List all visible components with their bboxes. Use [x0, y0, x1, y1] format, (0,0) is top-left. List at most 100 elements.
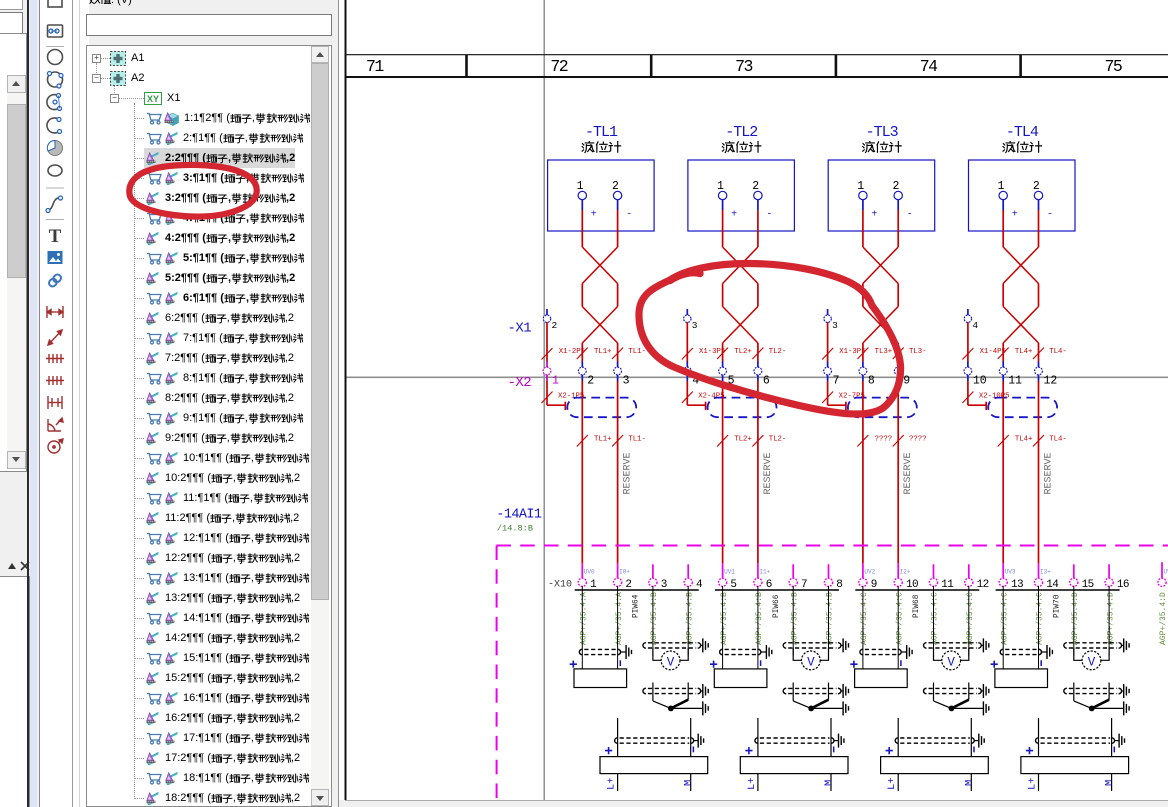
svg-text:4: 4 [692, 375, 699, 388]
svg-text:V: V [947, 656, 955, 670]
svg-text:73: 73 [735, 57, 752, 76]
svg-text:????: ???? [909, 436, 927, 444]
svg-text:11: 11 [1008, 375, 1022, 388]
svg-text:AGP+/35.4:C: AGP+/35.4:C [860, 592, 869, 645]
svg-text:10: 10 [906, 579, 918, 591]
svg-text:3: 3 [661, 579, 667, 591]
svg-text:TL1+: TL1+ [594, 436, 612, 444]
svg-text:AGP+/35.4:B: AGP+/35.4:B [826, 592, 835, 645]
svg-text:X2-7P5: X2-7P5 [839, 393, 865, 401]
svg-text:14: 14 [1046, 579, 1059, 591]
svg-text:I2+: I2+ [900, 569, 911, 576]
svg-text:V: V [667, 656, 675, 670]
svg-text:8: 8 [836, 579, 842, 591]
svg-text:AGP+/35.4:C: AGP+/35.4:C [966, 592, 975, 645]
svg-text:M: M [963, 780, 975, 786]
svg-text:TL1+: TL1+ [594, 348, 612, 356]
svg-text:L+: L+ [1027, 777, 1039, 790]
svg-text:AGP+/35.4:B: AGP+/35.4:B [755, 592, 764, 645]
svg-text:-TL2: -TL2 [725, 124, 757, 141]
svg-text:TL1-: TL1- [628, 436, 646, 444]
svg-text:PIW70: PIW70 [1054, 594, 1062, 618]
svg-text:M: M [823, 780, 835, 786]
svg-text:-14AI1: -14AI1 [496, 508, 542, 523]
svg-text:TL2+: TL2+ [734, 348, 752, 356]
svg-text:12: 12 [977, 579, 989, 591]
svg-text:3: 3 [623, 375, 630, 388]
svg-text:AGP+/35.4:C: AGP+/35.4:C [895, 592, 904, 645]
svg-text:RESERVE: RESERVE [763, 452, 774, 494]
svg-text:I1+: I1+ [759, 569, 770, 576]
svg-text:15: 15 [1082, 579, 1094, 591]
svg-text:AGP+/35.4:A: AGP+/35.4:A [580, 592, 589, 645]
svg-text:T: T [49, 226, 62, 247]
svg-text:8: 8 [868, 375, 875, 388]
svg-text:6: 6 [763, 375, 770, 388]
svg-text:9: 9 [871, 579, 877, 591]
svg-text:RESERVE: RESERVE [903, 452, 914, 494]
svg-text:X2-1P5: X2-1P5 [558, 393, 584, 401]
svg-text:7: 7 [833, 375, 840, 388]
svg-text:PIW64: PIW64 [633, 594, 641, 618]
svg-text:X2-4P5: X2-4P5 [698, 393, 724, 401]
svg-text:PIW68: PIW68 [913, 594, 921, 618]
svg-text:UV1: UV1 [724, 569, 735, 576]
svg-text:+: + [591, 210, 597, 221]
svg-text:RESERVE: RESERVE [623, 452, 634, 494]
svg-text:L+: L+ [746, 777, 758, 790]
svg-text:AGP+/35.4:A: AGP+/35.4:A [615, 592, 624, 645]
svg-text:/14.8:B: /14.8:B [497, 524, 533, 534]
svg-text:UV: UV [1164, 569, 1168, 576]
svg-text:TL4-: TL4- [1049, 436, 1067, 444]
svg-text:1: 1 [590, 579, 597, 591]
svg-text:+: + [731, 210, 737, 221]
svg-text:AGP+/35.4:D: AGP+/35.4:D [1106, 592, 1115, 645]
svg-text:M: M [683, 780, 695, 786]
svg-text:72: 72 [550, 57, 567, 76]
svg-text:TL4+: TL4+ [1015, 436, 1033, 444]
svg-text:5: 5 [728, 375, 735, 388]
svg-text:9: 9 [903, 375, 910, 388]
svg-text:AGP+/35.4:D: AGP+/35.4:D [1159, 592, 1168, 645]
svg-text:11: 11 [941, 579, 954, 591]
svg-text:3: 3 [832, 320, 838, 331]
svg-text:13: 13 [1011, 579, 1023, 591]
svg-text:AGP+/35.4:C: AGP+/35.4:C [1036, 592, 1045, 645]
svg-text:-: - [907, 210, 913, 221]
svg-text:UV3: UV3 [1005, 569, 1016, 576]
svg-text:16: 16 [1117, 579, 1129, 591]
svg-text:TL4-: TL4- [1049, 348, 1067, 356]
svg-text:UV2: UV2 [864, 569, 875, 576]
svg-text:TL3-: TL3- [909, 348, 927, 356]
svg-text:UV0: UV0 [584, 569, 595, 576]
svg-text:AGP+/35.4:C: AGP+/35.4:C [931, 592, 940, 645]
svg-text:2: 2 [587, 375, 594, 388]
svg-text:-X2: -X2 [508, 375, 532, 391]
svg-text:I0+: I0+ [619, 569, 630, 576]
svg-text:TL3+: TL3+ [875, 348, 893, 356]
svg-text:2: 2 [552, 320, 558, 331]
svg-text:TL1-: TL1- [628, 348, 646, 356]
svg-text:TL2-: TL2- [769, 436, 787, 444]
svg-text:-TL1: -TL1 [585, 124, 618, 141]
svg-text:5: 5 [730, 579, 736, 591]
svg-text:X2-10P5: X2-10P5 [979, 393, 1010, 401]
svg-text:M: M [1104, 780, 1116, 786]
svg-text:3: 3 [692, 320, 698, 331]
svg-text:RESERVE: RESERVE [1043, 452, 1054, 494]
svg-text:6: 6 [766, 579, 772, 591]
svg-text:L+: L+ [886, 777, 898, 790]
svg-text:XY: XY [147, 94, 159, 104]
svg-text:????: ???? [875, 436, 893, 444]
svg-text:AGP+/35.4:D: AGP+/35.4:D [1071, 592, 1080, 645]
svg-text:-TL3: -TL3 [866, 124, 899, 141]
svg-text:12: 12 [1044, 375, 1058, 388]
svg-text:V: V [807, 656, 815, 670]
svg-text:1: 1 [552, 375, 559, 388]
svg-text:PIW66: PIW66 [773, 594, 781, 618]
svg-text:AGP+/35.4:B: AGP+/35.4:B [650, 592, 659, 645]
svg-text:-X1: -X1 [508, 321, 532, 337]
svg-text:75: 75 [1104, 57, 1121, 76]
svg-text:I3+: I3+ [1040, 569, 1051, 576]
svg-text:10: 10 [973, 375, 987, 388]
